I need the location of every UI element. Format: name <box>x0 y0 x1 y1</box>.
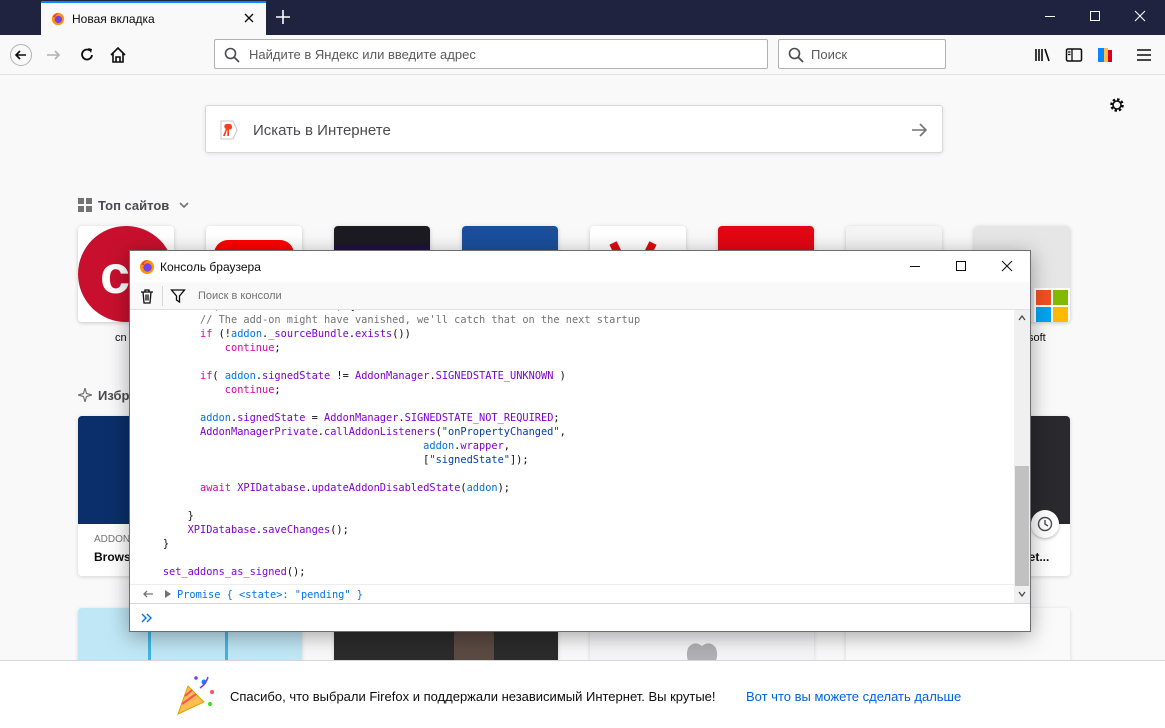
firefox-icon <box>140 260 154 274</box>
apple-logo-icon <box>686 643 718 660</box>
top-sites-heading[interactable]: Топ сайтов <box>78 198 189 213</box>
top-site-label: cn <box>115 332 127 344</box>
snippet-link[interactable]: Вот что вы можете сделать дальше <box>746 689 961 704</box>
code-line: ["signedState"]); <box>423 454 529 466</box>
snippet-banner: Спасибо, что выбрали Firefox и поддержал… <box>0 660 1165 728</box>
search-icon <box>224 47 240 63</box>
console-search-input[interactable]: Поиск в консоли <box>198 290 282 302</box>
url-bar[interactable]: Найдите в Яндекс или введите адрес <box>214 39 768 69</box>
search-bar-placeholder: Поиск <box>811 47 848 62</box>
back-arrow-icon[interactable] <box>10 44 32 66</box>
close-tab-icon[interactable] <box>242 11 256 25</box>
browser-console-window: Консоль браузера Поиск в консоли for (le… <box>129 250 1031 632</box>
code-line: } <box>162 538 170 550</box>
code-line: set_addons_as_signed(); <box>162 566 306 578</box>
library-icon[interactable] <box>1032 44 1054 66</box>
sidebar-icon[interactable] <box>1063 44 1085 66</box>
tab-title: Новая вкладка <box>72 12 155 26</box>
scroll-down-icon[interactable] <box>1018 590 1026 598</box>
code-line: if( addon.signedState != AddonManager.SI… <box>200 370 566 382</box>
card-source: ADDON <box>94 534 131 545</box>
minimize-window-icon[interactable] <box>908 259 922 273</box>
code-line: XPIDatabase.saveChanges(); <box>187 524 349 536</box>
code-line: } <box>187 510 194 522</box>
clock-icon <box>1037 516 1053 532</box>
search-icon <box>788 47 804 63</box>
code-line: continue; <box>224 342 281 354</box>
result-arrow-icon <box>143 590 153 598</box>
code-line: addon.signedState = AddonManager.SIGNEDS… <box>200 412 560 424</box>
filter-icon[interactable] <box>170 288 186 304</box>
code-line: // The add-on might have vanished, we'll… <box>200 314 641 326</box>
grid-icon <box>78 198 92 212</box>
code-line: continue; <box>224 384 281 396</box>
code-line: AddonManagerPrivate.callAddonListeners("… <box>200 426 566 438</box>
console-output: for (let addon of addons) { // The add-o… <box>130 310 1014 603</box>
code-line: addon.wrapper, <box>423 440 510 452</box>
microsoft-logo-icon <box>1034 288 1070 322</box>
home-icon[interactable] <box>107 44 129 66</box>
new-tab-plus-icon[interactable] <box>274 8 292 26</box>
top-sites-title: Топ сайтов <box>98 198 170 213</box>
sparkle-icon <box>78 388 92 402</box>
yandex-logo-icon <box>220 120 238 140</box>
hamburger-menu-icon[interactable] <box>1133 44 1155 66</box>
expand-triangle-icon[interactable] <box>165 590 171 598</box>
toolbar-divider <box>162 286 163 306</box>
code-line: if (!addon._sourceBundle.exists()) <box>200 328 411 340</box>
tab-bar: Новая вкладка <box>0 0 1165 35</box>
maximize-window-icon[interactable] <box>1087 8 1103 24</box>
arrow-right-icon[interactable] <box>910 121 928 139</box>
yandex-search-placeholder: Искать в Интернете <box>253 122 391 139</box>
chevron-right-double-icon <box>141 613 152 623</box>
close-window-icon[interactable] <box>1132 8 1148 24</box>
search-bar[interactable]: Поиск <box>778 39 946 69</box>
navigation-toolbar: Найдите в Яндекс или введите адрес Поиск <box>0 35 1165 75</box>
console-result-text: Promise { <state>: "pending" } <box>177 589 363 601</box>
scrollbar-thumb[interactable] <box>1015 466 1029 586</box>
url-bar-placeholder: Найдите в Яндекс или введите адрес <box>249 47 476 62</box>
console-result-row[interactable]: Promise { <state>: "pending" } <box>130 584 1014 603</box>
yandex-search-box[interactable]: Искать в Интернете <box>205 105 943 153</box>
forward-arrow-icon[interactable] <box>43 44 65 66</box>
scroll-up-icon[interactable] <box>1018 314 1026 322</box>
snippet-message: Спасибо, что выбрали Firefox и поддержал… <box>230 689 716 704</box>
console-toolbar: Поиск в консоли <box>130 282 1030 310</box>
reload-icon[interactable] <box>76 44 98 66</box>
console-scrollbar[interactable] <box>1014 310 1030 603</box>
code-line: await XPIDatabase.updateAddonDisabledSta… <box>200 482 511 494</box>
minimize-window-icon[interactable] <box>1042 8 1058 24</box>
chevron-down-icon <box>179 202 189 209</box>
console-title: Консоль браузера <box>160 260 261 274</box>
highlights-title: Избр <box>98 388 130 403</box>
console-input[interactable] <box>130 603 1030 631</box>
highlights-heading[interactable]: Избр <box>78 388 129 403</box>
maximize-window-icon[interactable] <box>954 259 968 273</box>
extension-icon[interactable] <box>1094 44 1116 66</box>
firefox-icon <box>51 12 65 26</box>
tile-logo-text: c <box>100 245 131 305</box>
tab-new-tab[interactable]: Новая вкладка <box>41 1 266 35</box>
console-titlebar[interactable]: Консоль браузера <box>130 251 1030 282</box>
trash-icon[interactable] <box>139 288 155 304</box>
close-window-icon[interactable] <box>1000 259 1014 273</box>
gear-icon[interactable] <box>1108 96 1126 114</box>
party-popper-icon <box>177 676 214 715</box>
